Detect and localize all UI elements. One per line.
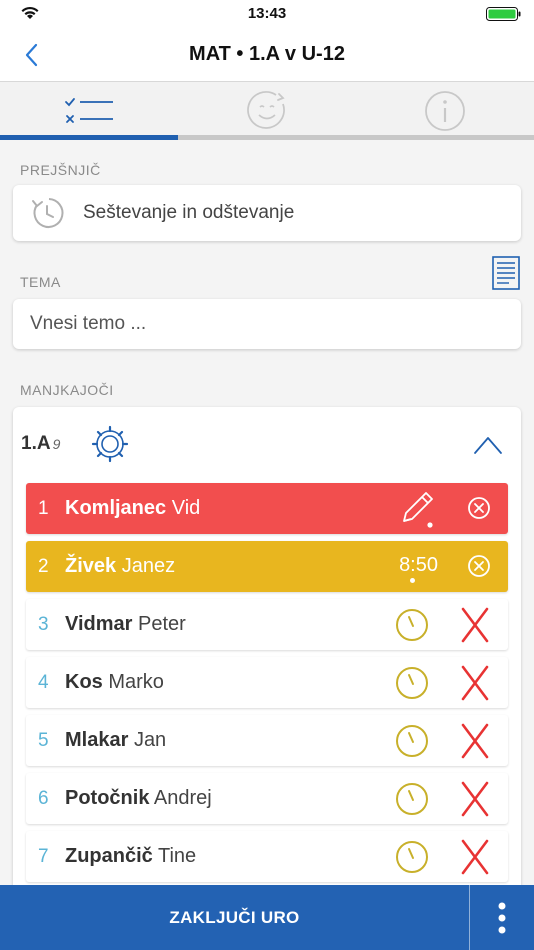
student-first-name: Jan	[133, 729, 167, 751]
clock-icon[interactable]	[394, 607, 430, 643]
student-name: Kos Marko	[65, 671, 164, 694]
absent-section-label: MANJKAJOČI	[20, 382, 114, 398]
info-icon	[425, 91, 465, 131]
student-name: Vidmar Peter	[65, 613, 186, 636]
gear-icon[interactable]	[91, 425, 129, 463]
class-count: 9	[52, 436, 61, 452]
student-number: 7	[38, 845, 49, 867]
page-title: MAT • 1.A v U-12	[189, 43, 345, 65]
topic-card	[13, 299, 521, 349]
student-surname: Mlakar	[65, 729, 129, 751]
tab-indicator	[0, 135, 178, 140]
student-row[interactable]: 3 Vidmar Peter	[26, 599, 508, 650]
clock-icon[interactable]	[394, 839, 430, 875]
status-time: 13:43	[247, 5, 287, 22]
student-first-name: Marko	[108, 671, 164, 693]
student-row[interactable]: 1 Komljanec Vid	[26, 483, 508, 534]
student-name: Živek Janez	[65, 555, 175, 578]
finish-lesson-button[interactable]: ZAKLJUČI URO	[0, 885, 470, 950]
absent-card: 1.A 9 1 Komljanec Vid 2 Živek Janez 8:50 3 Vidm…	[13, 407, 521, 937]
clock-icon[interactable]	[394, 665, 430, 701]
student-name: Komljanec Vid	[65, 497, 200, 520]
student-number: 4	[38, 671, 49, 693]
previous-lesson-card[interactable]: Seštevanje in odštevanje	[13, 185, 521, 241]
class-label: 1.A 9	[21, 433, 60, 455]
chevron-up-icon[interactable]	[473, 433, 503, 457]
clock-icon[interactable]	[394, 723, 430, 759]
tab-attendance[interactable]	[0, 82, 178, 140]
student-name: Mlakar Jan	[65, 729, 166, 752]
previous-section-label: PREJŠNJIČ	[20, 162, 101, 178]
tab-info[interactable]	[356, 82, 534, 140]
student-number: 1	[38, 497, 49, 519]
student-row[interactable]: 7 Zupančič Tine	[26, 831, 508, 882]
late-time[interactable]: 8:50	[399, 554, 438, 577]
student-surname: Živek	[65, 555, 117, 577]
smiley-icon	[247, 91, 285, 129]
student-row[interactable]: 5 Mlakar Jan	[26, 715, 508, 766]
student-first-name: Andrej	[153, 787, 212, 809]
mark-absent-x-icon[interactable]	[460, 721, 490, 761]
student-row[interactable]: 2 Živek Janez 8:50	[26, 541, 508, 592]
remove-circle-icon[interactable]	[467, 496, 491, 520]
student-surname: Vidmar	[65, 613, 133, 635]
more-vertical-icon	[498, 902, 506, 933]
student-surname: Potočnik	[65, 787, 150, 809]
student-name: Potočnik Andrej	[65, 787, 212, 810]
checklist-icon	[65, 98, 113, 123]
mark-absent-x-icon[interactable]	[460, 837, 490, 877]
history-icon	[32, 198, 64, 228]
student-first-name: Peter	[138, 613, 186, 635]
tab-bar	[0, 82, 534, 140]
topic-input[interactable]	[13, 299, 521, 349]
remove-circle-icon[interactable]	[467, 554, 491, 578]
tab-evaluation[interactable]	[178, 82, 356, 140]
clock-icon[interactable]	[394, 781, 430, 817]
student-number: 6	[38, 787, 49, 809]
previous-lesson-text: Seštevanje in odštevanje	[83, 202, 295, 223]
pencil-icon[interactable]	[398, 489, 436, 529]
status-bar: 13:43	[0, 0, 534, 28]
student-number: 5	[38, 729, 49, 751]
more-menu-button[interactable]	[470, 885, 534, 950]
topic-section-label: TEMA	[20, 274, 61, 290]
mark-absent-x-icon[interactable]	[460, 779, 490, 819]
mark-absent-x-icon[interactable]	[460, 663, 490, 703]
student-first-name: Tine	[158, 845, 197, 867]
student-surname: Komljanec	[65, 497, 167, 519]
student-number: 2	[38, 555, 49, 577]
late-dot	[410, 578, 415, 583]
student-surname: Kos	[65, 671, 103, 693]
document-icon[interactable]	[492, 256, 520, 290]
student-number: 3	[38, 613, 49, 635]
class-name: 1.A	[21, 433, 51, 454]
student-first-name: Janez	[121, 555, 176, 577]
bottom-bar: ZAKLJUČI URO	[0, 885, 534, 950]
student-first-name: Vid	[171, 497, 201, 519]
student-surname: Zupančič	[65, 845, 153, 867]
battery-icon	[486, 7, 521, 21]
nav-bar: MAT • 1.A v U-12	[0, 28, 534, 82]
student-row[interactable]: 4 Kos Marko	[26, 657, 508, 708]
mark-absent-x-icon[interactable]	[460, 605, 490, 645]
student-row[interactable]: 6 Potočnik Andrej	[26, 773, 508, 824]
student-name: Zupančič Tine	[65, 845, 196, 868]
